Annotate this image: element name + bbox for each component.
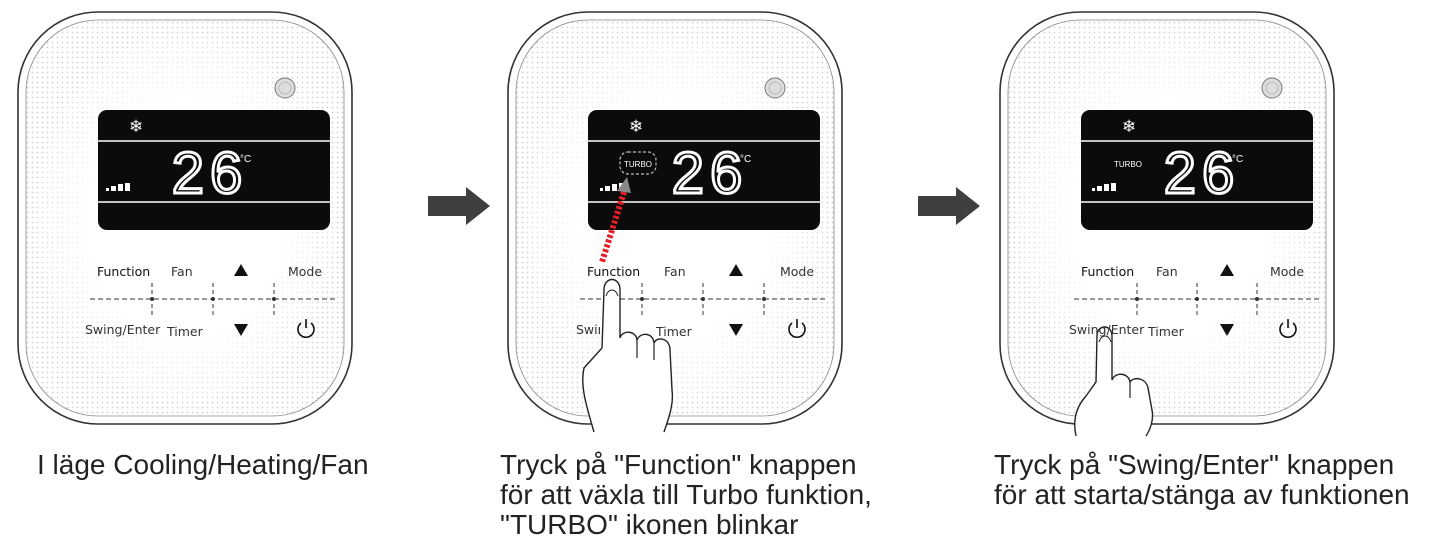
step-2-caption: Tryck på "Function" knappen för att växl… [500, 449, 872, 540]
turbo-indicator: TURBO [624, 160, 652, 169]
timer-button[interactable]: Timer [1148, 324, 1184, 339]
swing-enter-button[interactable]: Swing/Enter [1069, 322, 1144, 337]
temperature-unit: °C [1232, 154, 1243, 165]
thermostat-device: ❄ TURBO 26 °C [507, 11, 843, 433]
sensor-icon [1261, 77, 1283, 99]
step-1-panel: ❄ 26 °C Function Fan Mode Swing/Enter Ti… [0, 0, 480, 537]
fan-button[interactable]: Fan [664, 264, 686, 279]
timer-button[interactable]: Timer [656, 324, 692, 339]
temperature-readout: 26 [672, 141, 749, 206]
temperature-unit: °C [240, 154, 251, 165]
down-arrow-icon[interactable] [729, 324, 743, 336]
power-icon[interactable] [786, 318, 808, 340]
turbo-indicator: TURBO [1114, 160, 1142, 169]
sensor-icon [274, 77, 296, 99]
fan-button[interactable]: Fan [1156, 264, 1178, 279]
temperature-readout: 26 [172, 141, 249, 206]
next-step-arrow-2 [918, 187, 980, 225]
power-icon[interactable] [295, 318, 317, 340]
mode-button[interactable]: Mode [780, 264, 814, 279]
snowflake-icon: ❄ [629, 117, 643, 136]
thermostat-device: ❄ TURBO 26 °C [999, 11, 1335, 437]
function-button[interactable]: Function [587, 264, 640, 279]
sensor-icon [764, 77, 786, 99]
step-3-caption: Tryck på "Swing/Enter" knappen för att s… [994, 449, 1410, 510]
next-step-arrow-1 [428, 187, 490, 225]
swing-enter-button[interactable]: Swing/Enter [85, 322, 160, 337]
thermostat-device: ❄ 26 °C [17, 11, 353, 425]
mode-button[interactable]: Mode [1270, 264, 1304, 279]
temperature-readout: 26 [1164, 141, 1241, 206]
function-button[interactable]: Function [97, 264, 150, 279]
up-arrow-icon[interactable] [1220, 264, 1234, 276]
power-icon[interactable] [1277, 318, 1299, 340]
up-arrow-icon[interactable] [234, 264, 248, 276]
step-1-caption: I läge Cooling/Heating/Fan [37, 449, 369, 480]
down-arrow-icon[interactable] [234, 324, 248, 336]
step-3-panel: ❄ TURBO 26 °C Function Fan Mode Swing/En… [982, 0, 1445, 537]
snowflake-icon: ❄ [1122, 117, 1136, 136]
snowflake-icon: ❄ [129, 117, 143, 136]
timer-button[interactable]: Timer [167, 324, 203, 339]
temperature-unit: °C [740, 154, 751, 165]
step-2-panel: ❄ TURBO 26 °C Function Fan Mode Swing/En… [490, 0, 970, 540]
mode-button[interactable]: Mode [288, 264, 322, 279]
up-arrow-icon[interactable] [729, 264, 743, 276]
fan-button[interactable]: Fan [171, 264, 193, 279]
down-arrow-icon[interactable] [1220, 324, 1234, 336]
function-button[interactable]: Function [1081, 264, 1134, 279]
